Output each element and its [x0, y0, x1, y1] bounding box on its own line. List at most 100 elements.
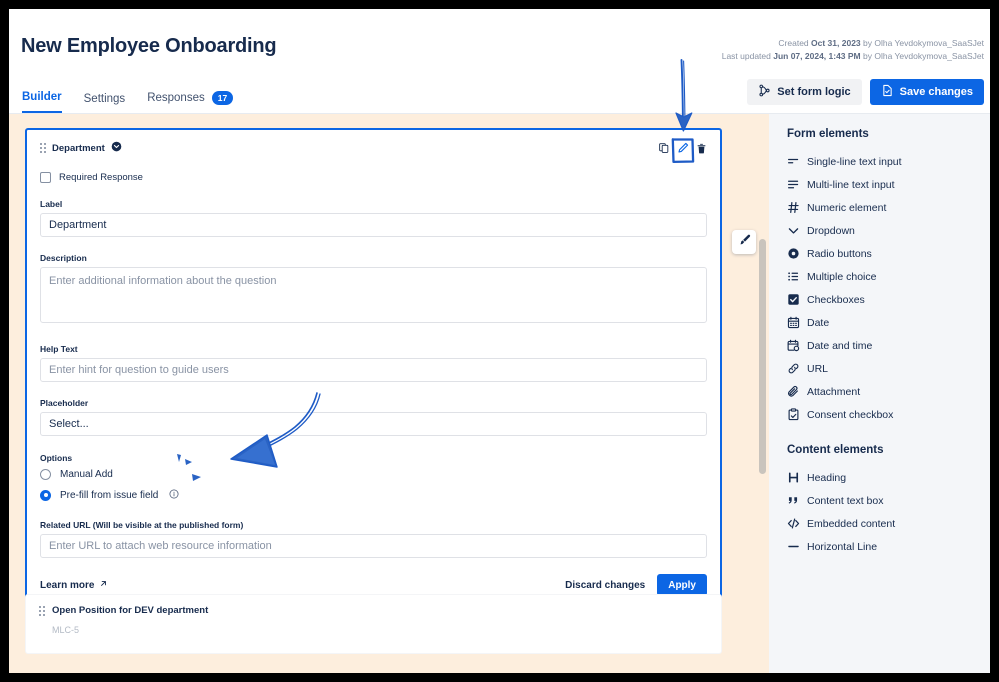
list-icon [787, 270, 807, 283]
heading-icon [787, 471, 807, 484]
sidebar-label: Horizontal Line [807, 540, 878, 553]
sidebar-item-horizontal-line[interactable]: Horizontal Line [787, 535, 990, 558]
radio-prefill-issue-field[interactable] [40, 489, 51, 501]
sidebar-item-radio-buttons[interactable]: Radio buttons [787, 242, 990, 265]
sidebar-label: Multiple choice [807, 270, 877, 283]
question-card-footer-actions: Discard changes Apply [565, 574, 707, 596]
form-elements-title: Form elements [787, 128, 869, 140]
save-changes-button[interactable]: Save changes [869, 79, 984, 105]
quote-icon [787, 494, 807, 507]
question-title-group: Department [40, 139, 122, 157]
related-url-input[interactable] [40, 534, 707, 558]
sidebar-label: Dropdown [807, 224, 855, 237]
sidebar-item-attachment[interactable]: Attachment [787, 380, 990, 403]
question-card-header: Department [40, 140, 707, 156]
drag-handle-icon[interactable] [39, 605, 45, 616]
placeholder-input[interactable] [40, 412, 707, 436]
set-form-logic-button[interactable]: Set form logic [747, 79, 862, 105]
created-line: Created Oct 31, 2023 by Olha Yevdokymova… [722, 37, 984, 50]
duplicate-icon[interactable] [658, 142, 670, 154]
sidebar-item-checkboxes[interactable]: Checkboxes [787, 288, 990, 311]
question-card-footer: Learn more Discard changes Apply [40, 574, 707, 596]
sidebar-item-content-text-box[interactable]: Content text box [787, 489, 990, 512]
drag-handle-icon[interactable] [40, 143, 46, 153]
apply-button[interactable]: Apply [657, 574, 707, 596]
paintbrush-icon [737, 233, 751, 252]
sidebar-item-date[interactable]: Date [787, 311, 990, 334]
content-elements-title: Content elements [787, 444, 884, 456]
sidebar-label: Date [807, 316, 830, 329]
theme-brush-button[interactable] [732, 230, 756, 254]
sidebar-label: Consent checkbox [807, 408, 894, 421]
single-line-text-icon [787, 155, 807, 168]
question-card-department[interactable]: Department Required Response Label Depar… [25, 128, 722, 610]
discard-changes-button[interactable]: Discard changes [565, 580, 645, 591]
info-icon[interactable] [169, 486, 179, 504]
delete-trash-icon[interactable] [696, 143, 707, 154]
sidebar-item-embedded-content[interactable]: Embedded content [787, 512, 990, 535]
form-logic-icon [758, 84, 771, 100]
tab-settings[interactable]: Settings [84, 93, 126, 113]
required-response-checkbox[interactable] [40, 172, 51, 183]
horizontal-line-icon [787, 540, 807, 553]
sidebar-label: Radio buttons [807, 247, 872, 260]
clipboard-check-icon [787, 408, 807, 421]
sidebar-label: Date and time [807, 339, 873, 352]
next-card-title: Open Position for DEV department [52, 605, 209, 616]
calendar-clock-icon [787, 339, 807, 352]
created-date: Oct 31, 2023 [811, 38, 861, 48]
tab-builder[interactable]: Builder [22, 91, 62, 113]
form-metadata: Created Oct 31, 2023 by Olha Yevdokymova… [722, 37, 984, 63]
sidebar-item-multiple-choice[interactable]: Multiple choice [787, 265, 990, 288]
main-tabs: Builder Settings Responses 17 [22, 91, 234, 113]
sidebar-item-consent-checkbox[interactable]: Consent checkbox [787, 403, 990, 426]
required-response-row[interactable]: Required Response [40, 172, 707, 183]
calendar-icon [787, 316, 807, 329]
code-icon [787, 517, 807, 530]
sidebar-label: URL [807, 362, 829, 375]
canvas-scrollbar-thumb[interactable] [759, 239, 766, 474]
paperclip-icon [787, 385, 807, 398]
edit-pencil-icon[interactable] [677, 142, 689, 154]
sidebar-label: Checkboxes [807, 293, 865, 306]
tab-responses[interactable]: Responses 17 [147, 91, 234, 113]
sidebar-item-date-and-time[interactable]: Date and time [787, 334, 990, 357]
tab-builder-label: Builder [22, 91, 62, 103]
sidebar-item-numeric-element[interactable]: Numeric element [787, 196, 990, 219]
responses-count-badge: 17 [211, 91, 234, 105]
sidebar-item-url[interactable]: URL [787, 357, 990, 380]
sidebar-label: Attachment [807, 385, 861, 398]
external-link-icon [99, 579, 108, 591]
form-canvas: Department Required Response Label Depar… [9, 114, 769, 673]
page-title: New Employee Onboarding [21, 35, 277, 57]
canvas-scrollbar[interactable] [759, 114, 768, 673]
radio-manual-add[interactable] [40, 469, 51, 480]
sidebar-label: Numeric element [807, 201, 887, 214]
radio-icon [787, 247, 807, 260]
help-text-input[interactable] [40, 358, 707, 382]
sidebar-label: Single-line text input [807, 155, 902, 168]
learn-more-label: Learn more [40, 579, 95, 591]
sidebar-item-heading[interactable]: Heading [787, 466, 990, 489]
question-card-open-position[interactable]: Open Position for DEV department MLC-5 [25, 594, 722, 654]
option-prefill-label: Pre-fill from issue field [60, 489, 159, 501]
sidebar-item-multi-line-text-input[interactable]: Multi-line text input [787, 173, 990, 196]
option-manual-add-label: Manual Add [60, 469, 113, 480]
chevron-down-icon [787, 224, 807, 237]
multi-line-text-icon [787, 178, 807, 191]
tab-settings-label: Settings [83, 93, 126, 105]
app-window: New Employee Onboarding Created Oct 31, … [9, 9, 990, 673]
placeholder-field-title: Placeholder [40, 398, 89, 408]
sidebar-item-dropdown[interactable]: Dropdown [787, 219, 990, 242]
learn-more-link[interactable]: Learn more [40, 579, 108, 591]
sidebar-item-single-line-text-input[interactable]: Single-line text input [787, 150, 990, 173]
description-textarea[interactable] [40, 267, 707, 323]
options-title: Options [40, 453, 73, 463]
help-text-field-title: Help Text [40, 344, 78, 354]
label-input[interactable] [40, 213, 707, 237]
option-prefill-issue-field[interactable]: Pre-fill from issue field [40, 486, 707, 504]
sidebar-label: Heading [807, 471, 847, 484]
option-manual-add[interactable]: Manual Add [40, 469, 707, 480]
sidebar-label: Content text box [807, 494, 884, 507]
hash-icon [787, 201, 807, 214]
